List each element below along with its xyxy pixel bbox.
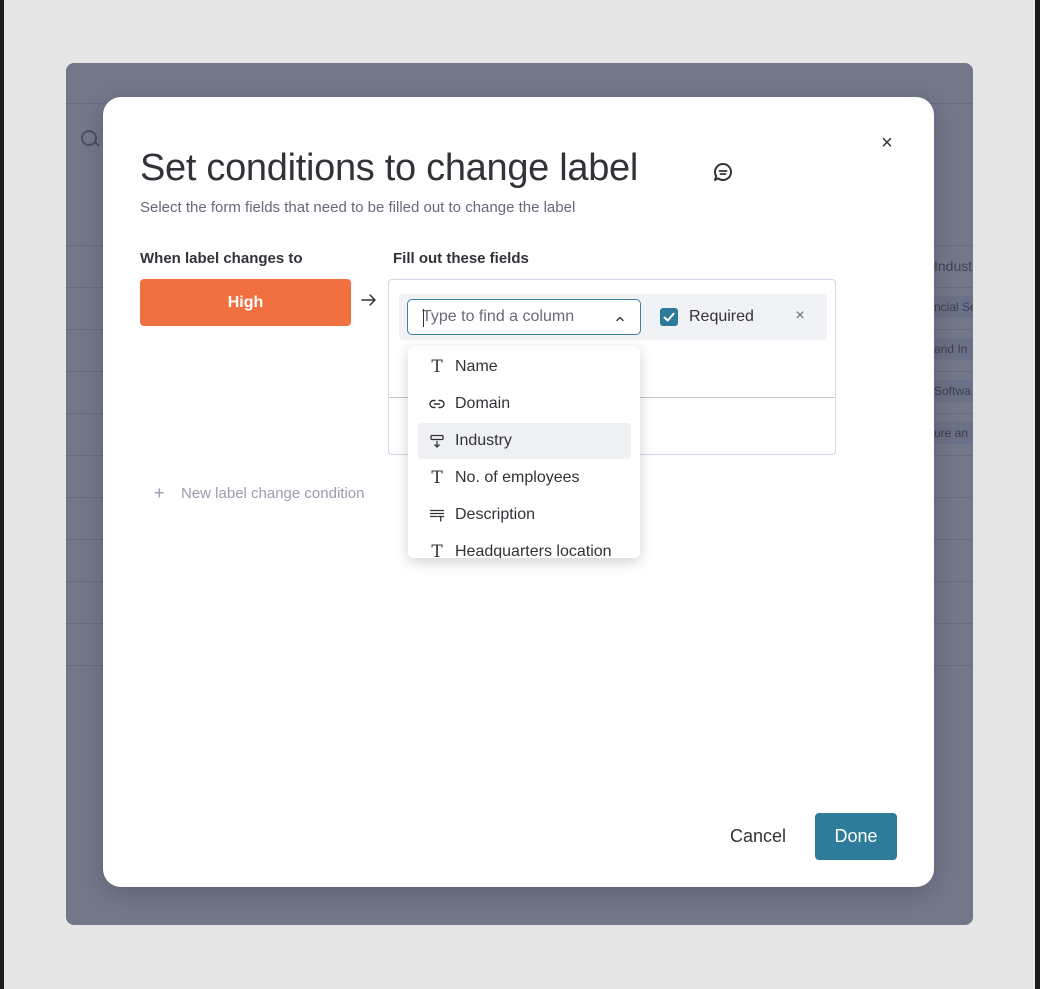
- field-condition-row: Required ×: [399, 294, 827, 340]
- column-header-industry: Indust: [934, 258, 973, 274]
- when-label-heading: When label changes to: [140, 250, 303, 267]
- option-label: Name: [455, 358, 498, 375]
- dropdown-column-icon: [428, 432, 446, 450]
- remove-field-icon[interactable]: ×: [791, 306, 809, 326]
- plus-icon: +: [154, 483, 165, 503]
- column-dropdown-menu: T Name Domain Industry T No. of employee…: [408, 346, 640, 558]
- fill-fields-heading: Fill out these fields: [393, 250, 529, 267]
- option-label: Domain: [455, 395, 511, 412]
- arrow-right-icon: [360, 291, 378, 309]
- modal-subtitle: Select the form fields that need to be f…: [140, 199, 576, 216]
- conditions-modal: × Set conditions to change label Select …: [103, 97, 934, 887]
- checkmark-icon: [663, 312, 675, 322]
- option-label: Description: [455, 506, 536, 523]
- new-condition-label: New label change condition: [181, 485, 365, 502]
- text-cursor: [423, 309, 424, 327]
- window-edge-right: [1035, 0, 1040, 989]
- board-cell: Softwa: [934, 380, 973, 402]
- column-search-field[interactable]: [407, 299, 641, 335]
- close-icon[interactable]: ×: [877, 133, 897, 153]
- column-option-name[interactable]: T Name: [418, 349, 631, 385]
- option-label: Industry: [455, 432, 512, 449]
- board-cell: ncial Se: [934, 296, 973, 318]
- long-text-icon: [428, 506, 446, 524]
- search-icon: [81, 130, 97, 146]
- option-label: Headquarters location: [455, 543, 612, 558]
- feedback-icon[interactable]: [712, 161, 734, 183]
- required-checkbox[interactable]: [660, 308, 678, 326]
- link-icon: [428, 395, 446, 413]
- board-cell: ure an: [934, 422, 973, 444]
- label-chip-high[interactable]: High: [140, 279, 351, 326]
- column-option-headquarters[interactable]: T Headquarters location: [418, 534, 631, 558]
- window-edge-left: [0, 0, 4, 989]
- column-option-description[interactable]: Description: [418, 497, 631, 533]
- text-icon: T: [431, 542, 443, 558]
- modal-title: Set conditions to change label: [140, 147, 639, 189]
- option-label: No. of employees: [455, 469, 580, 486]
- text-icon: T: [431, 468, 443, 488]
- column-search-input[interactable]: [408, 300, 598, 334]
- new-label-condition-button[interactable]: + New label change condition: [154, 483, 364, 504]
- done-button[interactable]: Done: [815, 813, 897, 860]
- chevron-up-icon[interactable]: [614, 312, 626, 324]
- text-icon: T: [431, 357, 443, 377]
- cancel-button[interactable]: Cancel: [715, 813, 801, 860]
- board-cell: and In: [934, 338, 973, 360]
- column-option-employees[interactable]: T No. of employees: [418, 460, 631, 496]
- required-label: Required: [689, 308, 754, 325]
- column-option-industry[interactable]: Industry: [418, 423, 631, 459]
- column-option-domain[interactable]: Domain: [418, 386, 631, 422]
